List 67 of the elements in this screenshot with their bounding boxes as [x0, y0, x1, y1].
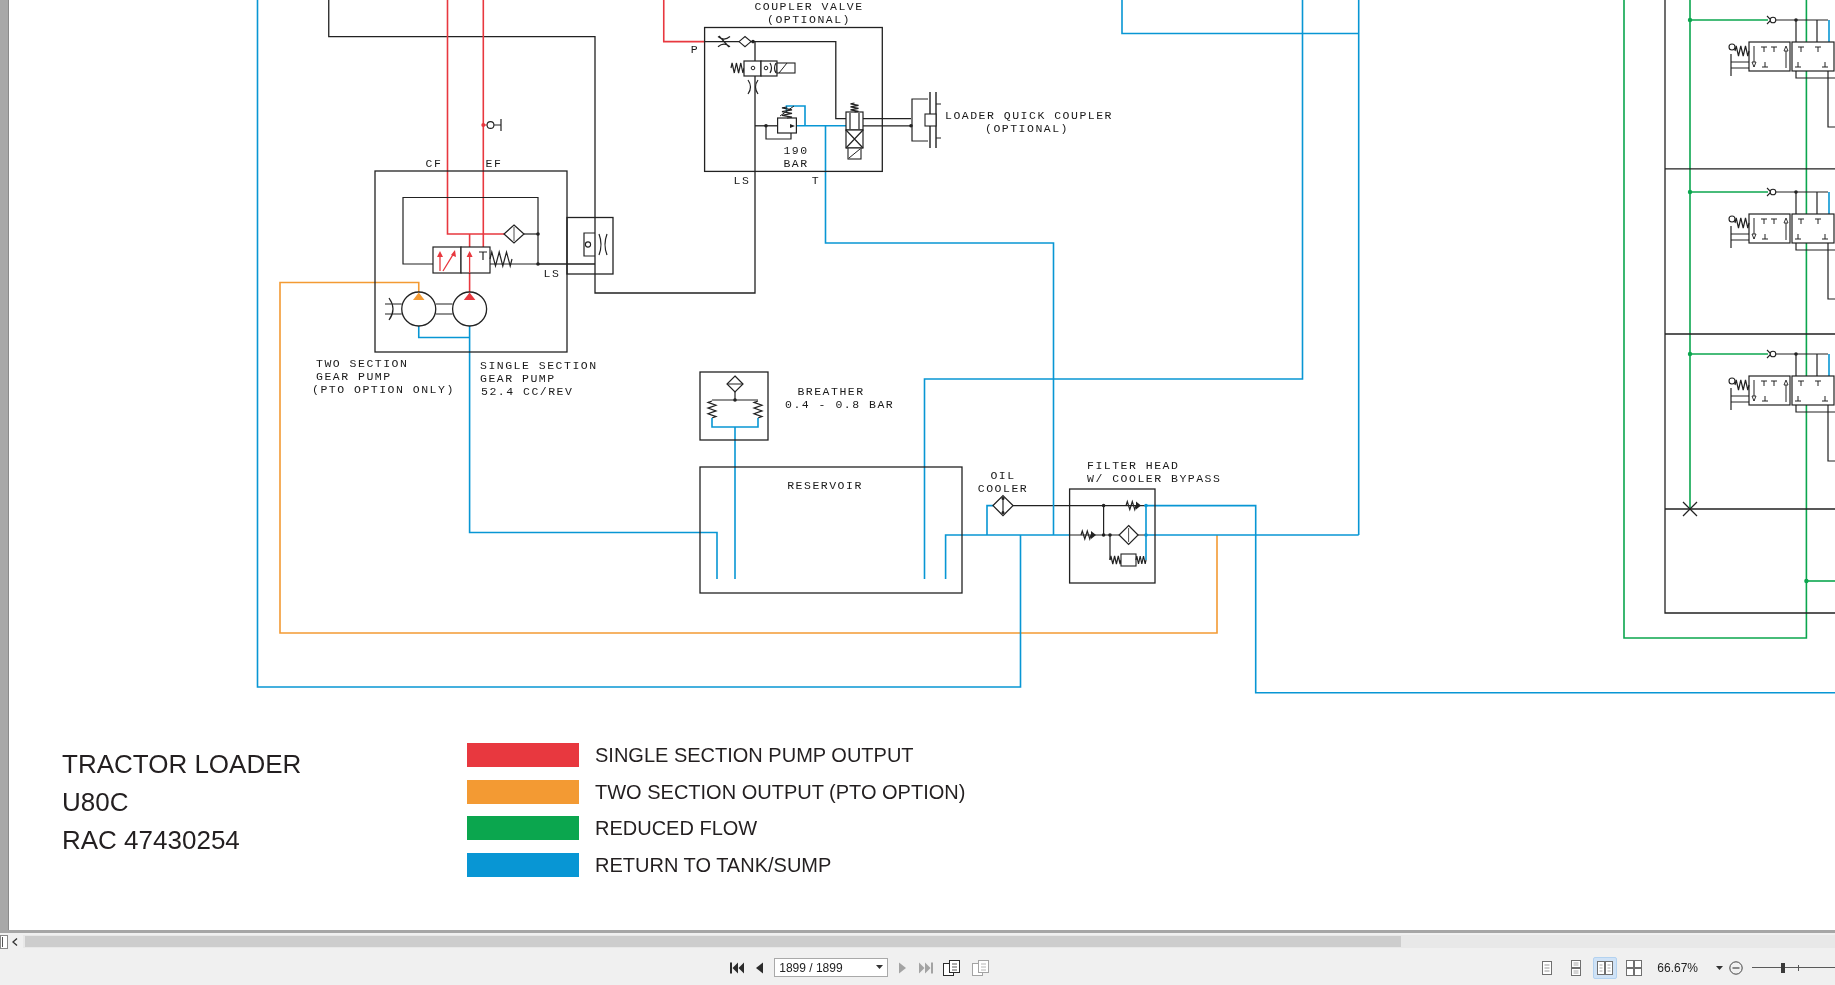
component-label: W/ COOLER BYPASS: [1087, 472, 1222, 485]
drawing-title: TRACTOR LOADER: [62, 748, 303, 781]
port-label: T: [811, 174, 821, 187]
component-label: SINGLE SECTION: [480, 359, 598, 372]
first-page-icon: [729, 961, 744, 974]
splitter-icon[interactable]: [0, 934, 8, 949]
legend-label: TWO SECTION OUTPUT (PTO OPTION): [595, 779, 966, 805]
component-label: COOLER: [977, 482, 1029, 495]
two-pages-icon: [1597, 959, 1614, 976]
displacement-label: 52.4 CC/REV: [481, 385, 574, 398]
horizontal-scrollbar[interactable]: [23, 935, 1835, 948]
port-label: LS: [543, 267, 561, 280]
slider-thumb[interactable]: [1781, 962, 1786, 973]
solenoid-valve-drawing: [730, 60, 796, 77]
port-label: LS: [733, 174, 751, 187]
component-label: COUPLER VALVE: [754, 0, 864, 13]
cross-mark-icon: [1682, 501, 1698, 517]
hydraulic-line: [1828, 19, 1830, 43]
drawing-title: U80C: [62, 786, 130, 819]
orifice-drawing: [747, 79, 759, 95]
component-label: OIL: [990, 469, 1016, 482]
component-label: LOADER QUICK COUPLER: [945, 109, 1114, 122]
port-label: CF: [425, 157, 443, 170]
component-label: (PTO OPTION ONLY): [312, 383, 455, 396]
two-pages-scroll-icon: [1626, 959, 1643, 976]
component-label: FILTER HEAD: [1087, 459, 1180, 472]
component-label: GEAR PUMP: [316, 370, 392, 383]
component-label: RESERVOIR: [787, 479, 863, 492]
pressure-label: BAR: [783, 157, 809, 170]
caret-icon: [1716, 965, 1723, 970]
zoom-dropdown[interactable]: 66.67%: [1653, 956, 1723, 979]
zoom-out-icon: [1729, 960, 1743, 975]
component-label: TWO SECTION: [316, 357, 409, 370]
pressure-label: 0.4 - 0.8 BAR: [785, 398, 895, 411]
previous-page-icon: [755, 961, 764, 974]
flow-control-drawing: [566, 216, 614, 275]
relief-valve-drawing: [764, 105, 797, 140]
chevron-left-icon: [12, 937, 18, 946]
check-valve-drawing: [738, 35, 755, 48]
component-label: GEAR PUMP: [480, 372, 556, 385]
pressure-label: 190: [783, 144, 809, 157]
breather-drawing: [699, 371, 769, 441]
two-page-view-button[interactable]: [1593, 956, 1618, 979]
port-label: P: [690, 43, 700, 56]
legend-label: SINGLE SECTION PUMP OUTPUT: [595, 743, 914, 769]
component-label: BREATHER: [797, 385, 865, 398]
hydraulic-line: [1828, 353, 1830, 377]
page-number-field[interactable]: 1899 / 1899: [774, 958, 889, 977]
oil-cooler-drawing: [992, 494, 1014, 517]
restrictor-drawing: [717, 35, 731, 48]
scroll-thumb[interactable]: [25, 936, 1401, 947]
drawing-title: RAC 47430254: [62, 824, 241, 857]
legend-label: REDUCED FLOW: [595, 816, 758, 842]
port-label: EF: [485, 157, 503, 170]
next-page-icon: [899, 961, 908, 974]
last-page-icon: [918, 961, 933, 974]
check-valve-drawing: [481, 118, 502, 132]
directional-valve-drawing: [845, 102, 864, 160]
component-label: (OPTIONAL): [985, 122, 1069, 135]
hydraulic-line: [1828, 191, 1830, 215]
pages-icon: [943, 959, 962, 976]
caret-icon: [876, 965, 884, 969]
quick-coupler-drawing: [909, 91, 942, 149]
pages-icon: [971, 959, 990, 976]
tick-mark-icon: [1798, 964, 1799, 971]
legend-label: RETURN TO TANK/SUMP: [595, 852, 832, 878]
component-label: (OPTIONAL): [767, 13, 851, 26]
